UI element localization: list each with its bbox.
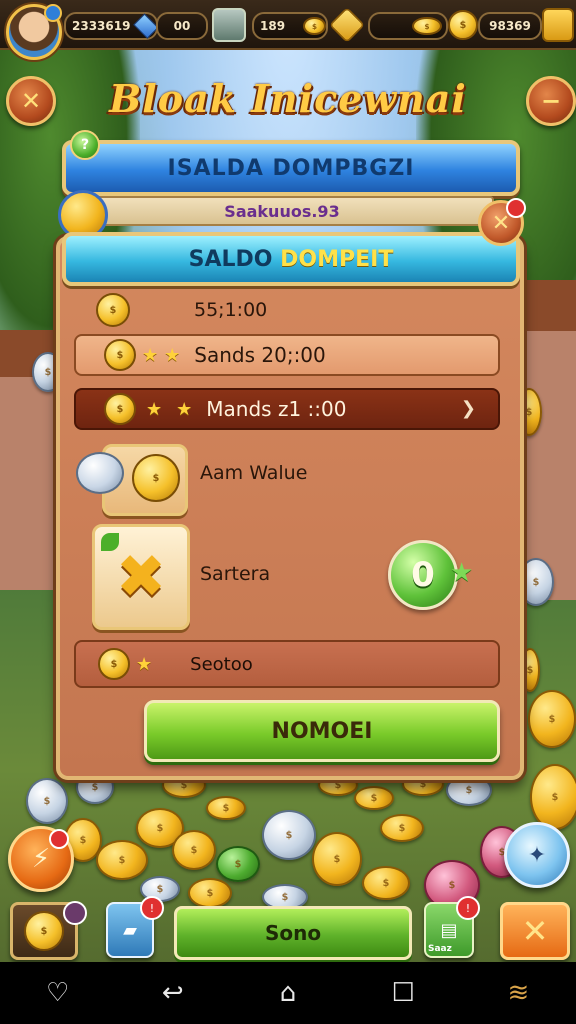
recents-icon[interactable]: ☐ xyxy=(379,969,427,1017)
gold-coin-icon xyxy=(448,10,478,40)
star-icon: ★ xyxy=(142,344,159,366)
balance-row: 55;1:00 xyxy=(96,290,476,330)
tile-label-value: Aam Walue xyxy=(200,462,308,484)
currency-value-5: 98369 xyxy=(489,19,531,33)
alert-badge: ! xyxy=(456,896,480,920)
claw-icon: ✦ xyxy=(527,842,547,868)
ability-button[interactable]: ✦ xyxy=(504,822,570,888)
heart-icon[interactable]: ♡ xyxy=(34,969,82,1017)
star-icon: ★ xyxy=(136,653,153,675)
option-row-mands[interactable]: ★ ★ Mands z1 ::00 ❯ xyxy=(74,388,500,430)
orb-value: 0 xyxy=(411,555,435,595)
ground-coin xyxy=(354,786,394,810)
option-value-mands: Mands z1 ::00 xyxy=(206,397,347,421)
gold-gem-icon[interactable] xyxy=(328,6,366,44)
ticket-button[interactable]: ▰ ! xyxy=(106,896,164,958)
currency-counter-4[interactable]: 6 xyxy=(368,12,448,40)
option-row-sands[interactable]: ★ ★ Sands 20;:00 xyxy=(74,334,500,376)
system-nav-bar: ♡ ↩ ⌂ ☐ ≋ xyxy=(0,962,576,1024)
ground-coin xyxy=(206,796,246,820)
star-icon: ★ xyxy=(450,558,474,588)
star-icon: ★ xyxy=(176,398,193,420)
cash-icon: ▤ xyxy=(440,919,458,941)
deposit-action-button[interactable]: NOMOEI xyxy=(144,700,500,762)
option-row-seotoo[interactable]: ★ Seotoo xyxy=(74,640,500,688)
panel-header-part2: DOMPEIT xyxy=(280,246,394,272)
side-coin xyxy=(528,690,576,748)
ground-coin xyxy=(380,814,424,842)
ticket-icon: ▰ xyxy=(123,919,137,941)
main-play-label: Sono xyxy=(264,921,322,945)
balance-banner: ISALDA DOMPBGZI xyxy=(62,140,520,196)
cancel-tile[interactable]: ✖ xyxy=(92,524,190,630)
cash-button[interactable]: ▤ Saaz ! xyxy=(424,896,480,958)
coin-icon xyxy=(303,17,326,35)
alert-badge: ! xyxy=(140,896,164,920)
coin-icon xyxy=(104,393,136,425)
coin-icon xyxy=(96,293,130,327)
tile-label-sartera: Sartera xyxy=(200,563,271,585)
chevron-down-icon[interactable]: ❯ xyxy=(461,398,476,419)
banner-subtitle-strip: Saakuuos.93 xyxy=(70,196,494,226)
star-icon: ★ xyxy=(164,344,181,366)
home-icon[interactable]: ⌂ xyxy=(264,969,312,1017)
option-value-sands: Sands 20;:00 xyxy=(194,343,326,367)
add-currency-icon[interactable] xyxy=(542,8,574,42)
panel-header: SALDO DOMPEIT xyxy=(62,232,520,286)
star-icon: ★ xyxy=(146,398,163,420)
cross-icon: ✖ xyxy=(115,542,167,612)
close-icon: ✕ xyxy=(521,912,549,950)
chest-icon[interactable] xyxy=(212,8,246,42)
balance-value: 55;1:00 xyxy=(194,299,268,321)
currency-value-2: 00 xyxy=(173,19,191,33)
coin-icon xyxy=(104,339,136,371)
menu-icon[interactable]: ≋ xyxy=(494,969,542,1017)
info-badge-label: ? xyxy=(80,137,90,153)
ground-coin xyxy=(530,764,576,830)
gold-coin-icon xyxy=(132,454,180,502)
ground-coin xyxy=(172,830,216,870)
top-hud: 2333619 00 189 6 98369 xyxy=(0,0,576,50)
notification-dot-icon xyxy=(506,198,526,218)
close-button-bottom[interactable]: ✕ xyxy=(500,902,570,960)
currency-counter-1[interactable]: 2333619 xyxy=(64,12,159,40)
currency-counter-3[interactable]: 189 xyxy=(252,12,328,40)
ground-coin xyxy=(188,878,232,908)
coin-icon xyxy=(412,17,442,35)
banner-title: ISALDA DOMPBGZI xyxy=(167,155,415,181)
panel-header-part1: SALDO xyxy=(188,246,273,272)
screen-title: Bloak Inicewnai xyxy=(109,76,467,121)
deposit-action-label: NOMOEI xyxy=(271,718,373,744)
ground-coin xyxy=(312,832,362,886)
minus-icon: − xyxy=(540,87,562,115)
coin-icon xyxy=(24,911,64,951)
main-play-button[interactable]: Sono xyxy=(174,906,412,960)
info-icon[interactable]: ? xyxy=(70,130,100,160)
confirm-orb-button[interactable]: 0 xyxy=(388,540,458,610)
profile-badge-icon xyxy=(63,901,87,925)
currency-value-3: 189 xyxy=(260,19,286,33)
option-label-seotoo: Seotoo xyxy=(190,653,253,675)
minimize-button[interactable]: − xyxy=(526,76,576,126)
back-icon[interactable]: ↩ xyxy=(149,969,197,1017)
ground-coin xyxy=(362,866,410,900)
ground-coin xyxy=(262,810,316,860)
ground-coin xyxy=(26,778,68,824)
level-badge-icon xyxy=(44,4,62,22)
currency-counter-2[interactable]: 00 xyxy=(156,12,208,40)
ground-coin xyxy=(96,840,148,880)
cash-caption: Saaz xyxy=(428,944,452,954)
ground-coin xyxy=(216,846,260,882)
banner-subtitle: Saakuuos.93 xyxy=(224,201,340,221)
silver-coin-icon xyxy=(76,452,124,494)
boost-button[interactable]: ⚡ xyxy=(8,826,74,892)
wallet-button[interactable] xyxy=(10,901,87,960)
currency-value-1: 2333619 xyxy=(72,19,131,33)
currency-counter-5[interactable]: 98369 xyxy=(478,12,542,40)
coin-icon xyxy=(98,648,130,680)
notification-dot-icon xyxy=(49,829,69,849)
lightning-icon: ⚡ xyxy=(31,844,51,874)
